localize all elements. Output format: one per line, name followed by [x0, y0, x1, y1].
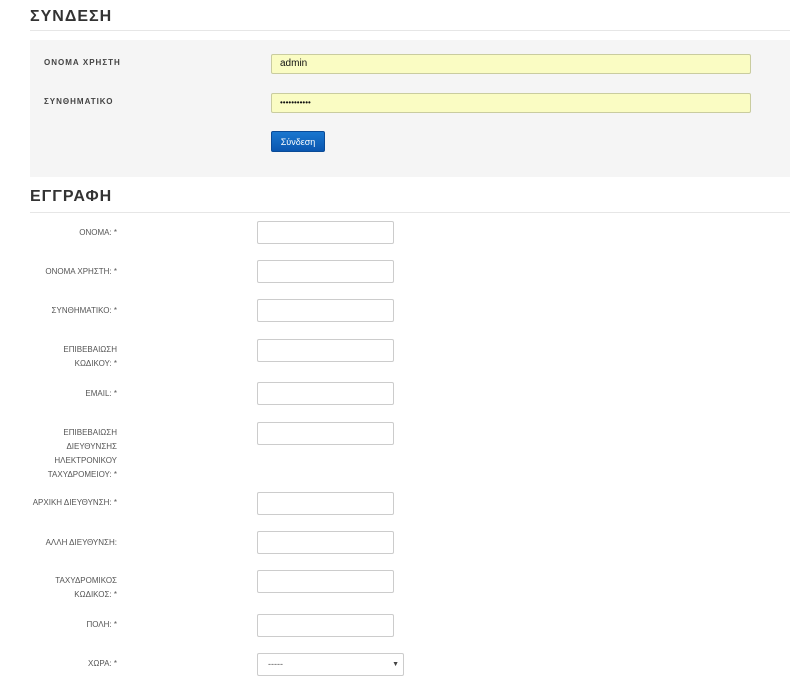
postal-code-label: ΤΑΧΥΔΡΟΜΙΚΟΣ ΚΩΔΙΚΟΣ: * — [19, 574, 117, 602]
password-input[interactable]: ••••••••••• — [271, 93, 751, 113]
reg-password-input[interactable] — [257, 299, 394, 322]
confirm-email-label-line: ΔΙΕΥΘΥΝΣΗΣ — [66, 442, 117, 451]
other-address-input[interactable] — [257, 531, 394, 554]
reg-username-label: ΟΝΟΜΑ ΧΡΗΣΤΗ: * — [45, 267, 117, 276]
primary-address-label: ΑΡΧΙΚΗ ΔΙΕΥΘΥΝΣΗ: * — [32, 498, 117, 507]
register-title-rule — [30, 212, 790, 213]
password-label: ΣΥΝΘΗΜΑΤΙΚΟ — [44, 97, 114, 106]
chevron-down-icon: ▼ — [392, 661, 399, 668]
email-input[interactable] — [257, 382, 394, 405]
confirm-email-label-line: ΗΛΕΚΤΡΟΝΙΚΟΥ — [54, 456, 117, 465]
name-input[interactable] — [257, 221, 394, 244]
confirm-email-label-line: ΕΠΙΒΕΒΑΙΩΣΗ — [63, 428, 117, 437]
login-button[interactable]: Σύνδεση — [271, 131, 325, 152]
username-input[interactable]: admin — [271, 54, 751, 74]
postal-code-input[interactable] — [257, 570, 394, 593]
confirm-password-input[interactable] — [257, 339, 394, 362]
confirm-email-input[interactable] — [257, 422, 394, 445]
other-address-label: ΑΛΛΗ ΔΙΕΥΘΥΝΣΗ: — [45, 538, 117, 547]
reg-password-label: ΣΥΝΘΗΜΑΤΙΚΟ: * — [51, 306, 117, 315]
postal-code-label-line: ΤΑΧΥΔΡΟΜΙΚΟΣ — [55, 576, 117, 585]
city-input[interactable] — [257, 614, 394, 637]
postal-code-label-line: ΚΩΔΙΚΟΣ: * — [74, 590, 117, 599]
confirm-email-label: ΕΠΙΒΕΒΑΙΩΣΗ ΔΙΕΥΘΥΝΣΗΣ ΗΛΕΚΤΡΟΝΙΚΟΥ ΤΑΧΥ… — [19, 426, 117, 482]
login-title: ΣΥΝΔΕΣΗ — [30, 8, 113, 25]
username-label: ΟΝΟΜΑ ΧΡΗΣΤΗ — [44, 58, 121, 67]
login-title-rule — [30, 30, 790, 31]
reg-username-input[interactable] — [257, 260, 394, 283]
country-select-value: ----- — [268, 659, 283, 669]
confirm-password-label-line: ΚΩΔΙΚΟΥ: * — [74, 359, 117, 368]
country-label: ΧΩΡΑ: * — [88, 659, 117, 668]
primary-address-input[interactable] — [257, 492, 394, 515]
confirm-password-label: ΕΠΙΒΕΒΑΙΩΣΗ ΚΩΔΙΚΟΥ: * — [19, 343, 117, 371]
confirm-email-label-line: ΤΑΧΥΔΡΟΜΕΙΟΥ: * — [47, 470, 117, 479]
email-label: EMAIL: * — [85, 389, 117, 398]
city-label: ΠΟΛΗ: * — [86, 620, 117, 629]
country-select[interactable]: ----- ▼ — [257, 653, 404, 676]
register-title: ΕΓΓΡΑΦΗ — [30, 188, 113, 205]
confirm-password-label-line: ΕΠΙΒΕΒΑΙΩΣΗ — [63, 345, 117, 354]
name-label: ΟΝΟΜΑ: * — [79, 228, 117, 237]
